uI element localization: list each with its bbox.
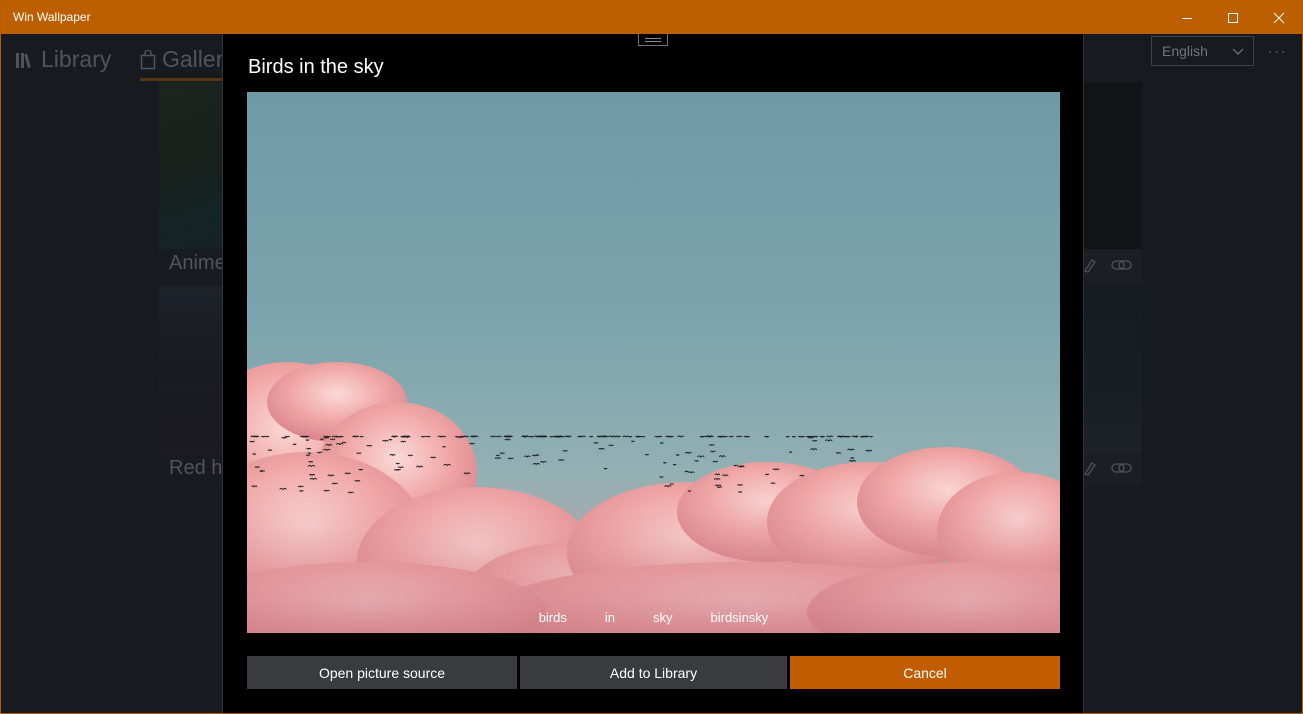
add-to-library-button[interactable]: Add to Library: [520, 656, 787, 689]
drag-handle-icon[interactable]: [638, 34, 668, 46]
maximize-button[interactable]: [1210, 1, 1256, 34]
minimize-icon: [1182, 17, 1192, 19]
tag-item[interactable]: sky: [653, 610, 673, 625]
minimize-button[interactable]: [1164, 1, 1210, 34]
wallpaper-preview-image: birds in sky birdsinsky: [247, 92, 1060, 633]
wallpaper-preview-dialog: Birds in the sky birds in sky birdsinsky…: [222, 34, 1084, 713]
tag-item[interactable]: birdsinsky: [711, 610, 769, 625]
close-button[interactable]: [1256, 1, 1302, 34]
title-bar: Win Wallpaper: [1, 1, 1302, 34]
clouds-birds-illustration: [247, 362, 1060, 633]
app-window: Win Wallpaper Library Galler English ...…: [0, 0, 1303, 714]
tag-list: birds in sky birdsinsky: [247, 610, 1060, 625]
dialog-title: Birds in the sky: [248, 56, 384, 78]
window-title: Win Wallpaper: [13, 10, 91, 24]
tag-item[interactable]: in: [605, 610, 615, 625]
cancel-button[interactable]: Cancel: [790, 656, 1060, 689]
maximize-icon: [1228, 12, 1238, 23]
tag-item[interactable]: birds: [539, 610, 567, 625]
open-picture-source-button[interactable]: Open picture source: [247, 656, 517, 689]
close-icon: [1273, 12, 1285, 23]
